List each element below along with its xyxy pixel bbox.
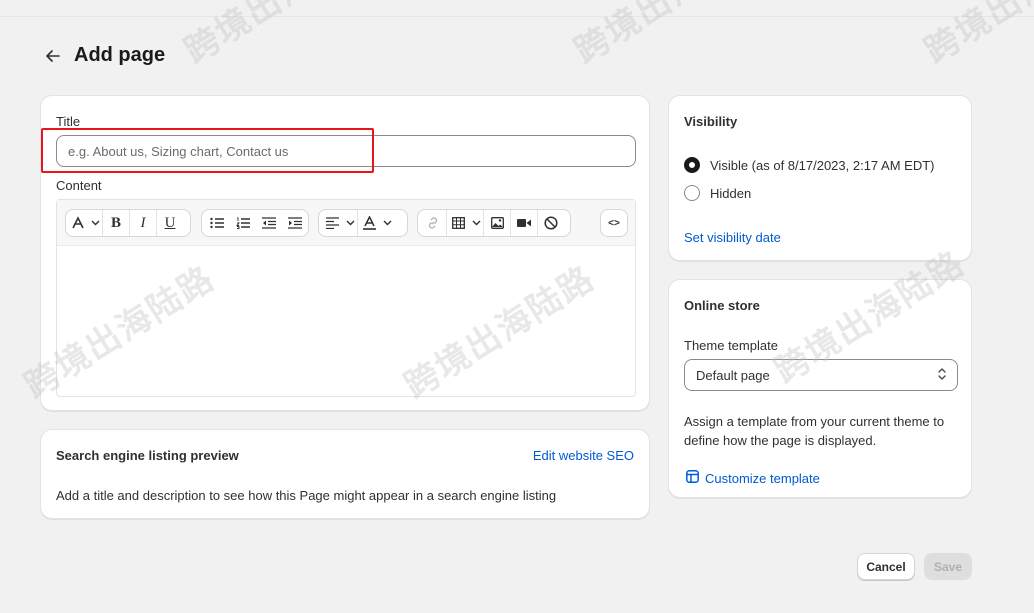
video-icon[interactable] — [511, 210, 537, 236]
visibility-title: Visibility — [684, 114, 738, 129]
image-icon[interactable] — [484, 210, 510, 236]
seo-title: Search engine listing preview — [56, 448, 239, 463]
radio-label: Visible (as of 8/17/2023, 2:17 AM EDT) — [710, 157, 935, 173]
save-button[interactable]: Save — [924, 553, 972, 580]
watermark: 跨境出海陆路 — [563, 0, 772, 73]
bulleted-list-icon[interactable] — [204, 210, 230, 236]
select-arrows-icon — [937, 367, 947, 384]
format-group: B I U — [65, 209, 191, 237]
underline-button[interactable]: U — [157, 210, 183, 236]
theme-template-label: Theme template — [684, 338, 778, 353]
text-color-icon[interactable] — [358, 210, 380, 236]
cancel-button[interactable]: Cancel — [857, 553, 915, 580]
content-label: Content — [56, 178, 102, 193]
chevron-down-icon[interactable] — [343, 220, 357, 226]
top-divider — [0, 16, 1034, 17]
indent-icon[interactable] — [282, 210, 308, 236]
code-icon[interactable]: <> — [603, 210, 625, 236]
radio-unselected-icon[interactable] — [684, 185, 700, 201]
template-help-text: Assign a template from your current them… — [684, 414, 945, 448]
edit-seo-link[interactable]: Edit website SEO — [533, 448, 634, 463]
rich-text-editor: B I U <> — [56, 199, 636, 397]
online-store-title: Online store — [684, 298, 760, 313]
insert-group — [417, 209, 571, 237]
online-store-card: Online store Theme template Default page… — [668, 279, 972, 498]
content-card: Title Content B I U — [40, 95, 650, 411]
editor-toolbar: B I U <> — [57, 200, 635, 246]
italic-button[interactable]: I — [130, 210, 156, 236]
list-group — [201, 209, 309, 237]
align-group — [318, 209, 408, 237]
set-visibility-date-link[interactable]: Set visibility date — [684, 230, 781, 245]
html-group: <> — [600, 209, 628, 237]
customize-template-link[interactable]: Customize template — [686, 470, 820, 486]
select-value: Default page — [696, 367, 770, 383]
theme-template-select[interactable]: Default page — [684, 359, 958, 391]
bold-button[interactable]: B — [103, 210, 129, 236]
link-icon[interactable] — [420, 210, 446, 236]
seo-description: Add a title and description to see how t… — [56, 488, 557, 503]
customize-label: Customize template — [705, 470, 820, 486]
chevron-down-icon[interactable] — [380, 220, 394, 226]
title-input[interactable] — [56, 135, 636, 167]
page-header: Add page — [44, 44, 165, 67]
visibility-card: Visibility Visible (as of 8/17/2023, 2:1… — [668, 95, 972, 261]
watermark: 跨境出海陆路 — [913, 0, 1034, 73]
theme-icon — [686, 470, 699, 486]
radio-visible[interactable]: Visible (as of 8/17/2023, 2:17 AM EDT) — [684, 157, 935, 173]
title-label: Title — [56, 114, 81, 129]
radio-hidden[interactable]: Hidden — [684, 185, 751, 201]
seo-card: Search engine listing preview Edit websi… — [40, 429, 650, 519]
page-title: Add page — [74, 44, 166, 66]
table-icon[interactable] — [447, 210, 469, 236]
numbered-list-icon[interactable] — [230, 210, 256, 236]
outdent-icon[interactable] — [256, 210, 282, 236]
radio-label: Hidden — [710, 185, 752, 201]
editor-body[interactable] — [57, 246, 635, 396]
align-left-icon[interactable] — [321, 210, 343, 236]
watermark: 跨境出海陆路 — [173, 0, 382, 73]
chevron-down-icon[interactable] — [88, 220, 102, 226]
radio-selected-icon[interactable] — [684, 157, 700, 173]
chevron-down-icon[interactable] — [469, 220, 483, 226]
text-style-icon[interactable] — [68, 210, 88, 236]
arrow-left-icon[interactable] — [44, 47, 62, 65]
clear-format-icon[interactable] — [538, 210, 564, 236]
